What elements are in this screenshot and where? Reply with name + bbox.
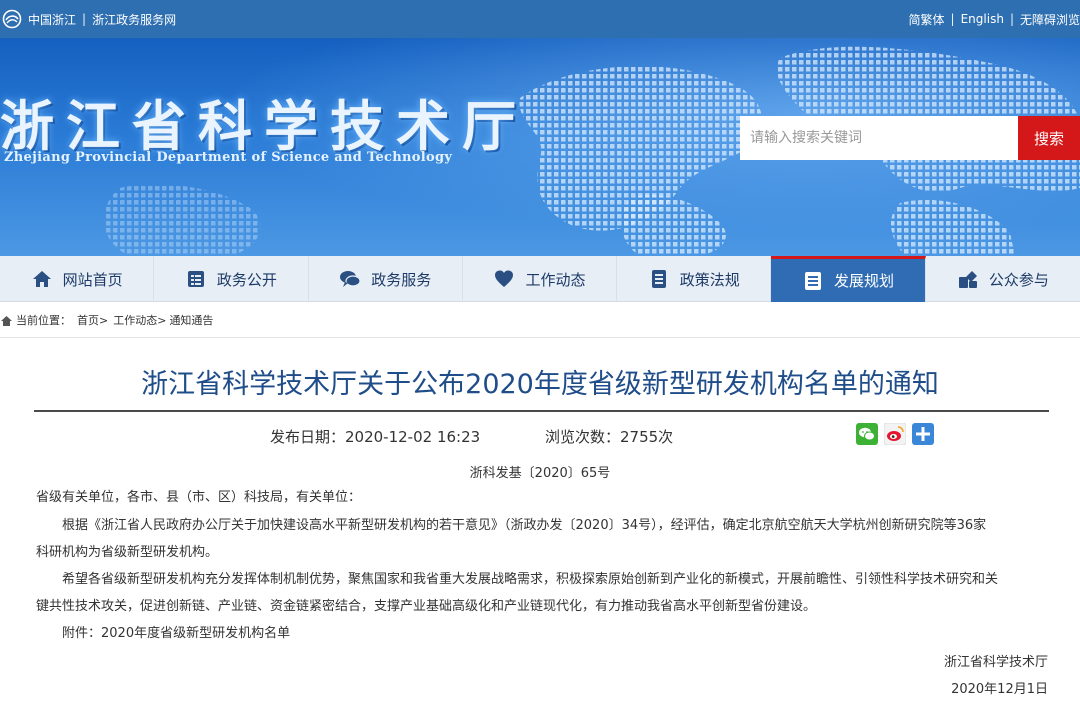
top-separator: |: [82, 12, 87, 26]
paragraph-1-line-2: 科研机构为省级新型研发机构。: [36, 545, 219, 560]
top-bar-right: 简繁体 | English | 无障碍浏览: [909, 0, 1080, 38]
nav-label: 工作动态: [525, 270, 586, 289]
breadcrumb-divider: [0, 337, 1080, 338]
weibo-icon[interactable]: [884, 423, 906, 445]
lang-english[interactable]: English: [961, 12, 1004, 26]
lang-simplified-traditional[interactable]: 简繁体: [909, 11, 945, 28]
nav-label: 网站首页: [62, 270, 123, 289]
link-china-zhejiang[interactable]: 中国浙江: [28, 11, 76, 28]
paragraph-2-line-2: 键共性技术攻关，促进创新链、产业链、资金链紧密结合，支撑产业基础高级化和产业链现…: [36, 599, 817, 614]
accessibility-link[interactable]: 无障碍浏览: [1020, 11, 1080, 28]
breadcrumb: 当前位置： 首页> 工作动态> 通知通告: [0, 309, 213, 331]
heart-icon: [495, 270, 514, 287]
search-button[interactable]: 搜索: [1018, 116, 1080, 160]
top-bar-left: 中国浙江 | 浙江政务服务网: [0, 0, 176, 38]
nav-label: 政务服务: [371, 270, 432, 289]
document-number: 浙科发基〔2020〕65号: [469, 466, 611, 481]
link-zj-gov-service[interactable]: 浙江政务服务网: [92, 11, 176, 28]
nav-item-work-news[interactable]: 工作动态: [463, 256, 618, 302]
breadcrumb-prefix: 当前位置：: [16, 314, 71, 327]
view-count: 浏览次数：2755次: [545, 428, 674, 446]
chat-bubble-icon: [340, 271, 361, 287]
nav-item-home[interactable]: 网站首页: [0, 256, 155, 302]
sign-date: 2020年12月1日: [951, 682, 1048, 697]
wechat-icon[interactable]: [856, 423, 878, 445]
title-divider: [34, 410, 1049, 412]
nav-item-gov-service[interactable]: 政务服务: [309, 256, 463, 302]
top-separator-3: |: [1009, 12, 1014, 26]
home-icon: [32, 271, 51, 287]
top-bar: 中国浙江 | 浙江政务服务网 简繁体 | English | 无障碍浏览: [0, 0, 1080, 38]
site-subtitle: Zhejiang Provincial Department of Scienc…: [4, 150, 453, 165]
nav-label: 公众参与: [988, 270, 1049, 289]
nav-item-public-participation[interactable]: 公众参与: [926, 256, 1080, 302]
gov-emblem-icon: [2, 9, 22, 29]
publish-date: 发布日期：2020-12-02 16:23: [270, 428, 481, 446]
share-participate-icon: [958, 271, 977, 288]
paragraph-1-line-1: 根据《浙江省人民政府办公厅关于加快建设高水平新型研发机构的若干意见》（浙政办发〔…: [62, 518, 987, 533]
paragraph-2-line-1: 希望各省级新型研发机构充分发挥体制机制优势，聚焦国家和我省重大发展战略需求，积极…: [62, 572, 999, 587]
plan-icon: [805, 271, 822, 290]
site-banner: 浙江省科学技术厅 Zhejiang Provincial Department …: [0, 38, 1080, 256]
document-list-icon: [187, 271, 204, 287]
nav-label: 发展规划: [834, 272, 895, 290]
breadcrumb-work-news[interactable]: 工作动态>: [113, 312, 166, 328]
small-home-icon: [1, 315, 12, 326]
signer: 浙江省科学技术厅: [943, 655, 1048, 670]
top-separator-2: |: [950, 12, 955, 26]
attachment-link[interactable]: 附件：2020年度省级新型研发机构名单: [36, 620, 1048, 647]
nav-item-gov-affairs[interactable]: 政务公开: [154, 256, 309, 302]
plus-share-icon[interactable]: [912, 423, 934, 445]
breadcrumb-current: 通知通告: [169, 314, 214, 327]
breadcrumb-home[interactable]: 首页>: [77, 312, 108, 328]
search-input[interactable]: [740, 116, 1018, 160]
list-doc-icon: [651, 270, 666, 288]
nav-label: 政策法规: [679, 270, 740, 289]
salutation: 省级有关单位，各市、县（市、区）科技局，有关单位：: [36, 490, 362, 505]
article-title: 浙江省科学技术厅关于公布2020年度省级新型研发机构名单的通知: [141, 369, 939, 400]
nav-label: 政务公开: [216, 270, 277, 289]
nav-item-policy[interactable]: 政策法规: [617, 256, 772, 302]
main-nav: 网站首页 政务公开 政务服务 工作动态 政策法规 发展规划 公众参与: [0, 256, 1080, 302]
nav-item-development-plan[interactable]: 发展规划: [771, 256, 926, 302]
